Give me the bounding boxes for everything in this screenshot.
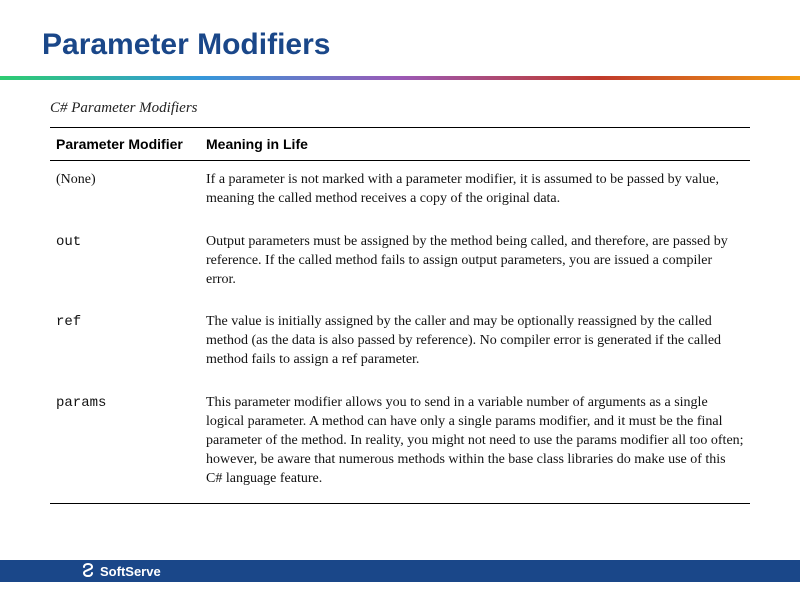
cell-modifier: ref: [50, 303, 200, 384]
modifiers-table: Parameter Modifier Meaning in Life (None…: [50, 127, 750, 504]
content-area: C# Parameter Modifiers Parameter Modifie…: [0, 80, 800, 504]
table-row: out Output parameters must be assigned b…: [50, 223, 750, 304]
brand-name: SoftServe: [100, 564, 161, 579]
cell-modifier: out: [50, 223, 200, 304]
cell-meaning: Output parameters must be assigned by th…: [200, 223, 750, 304]
col-header-meaning: Meaning in Life: [200, 128, 750, 161]
cell-meaning: If a parameter is not marked with a para…: [200, 161, 750, 223]
table-row: (None) If a parameter is not marked with…: [50, 161, 750, 223]
cell-modifier: params: [50, 384, 200, 503]
table-row: ref The value is initially assigned by t…: [50, 303, 750, 384]
cell-meaning: The value is initially assigned by the c…: [200, 303, 750, 384]
table-row: params This parameter modifier allows yo…: [50, 384, 750, 503]
cell-meaning: This parameter modifier allows you to se…: [200, 384, 750, 503]
brand-logo: SoftServe: [80, 563, 161, 579]
slide-title: Parameter Modifiers: [0, 0, 800, 76]
softserve-icon: [80, 563, 96, 579]
footer-bar: SoftServe: [0, 560, 800, 582]
table-caption: C# Parameter Modifiers: [50, 100, 750, 117]
col-header-modifier: Parameter Modifier: [50, 128, 200, 161]
cell-modifier: (None): [50, 161, 200, 223]
